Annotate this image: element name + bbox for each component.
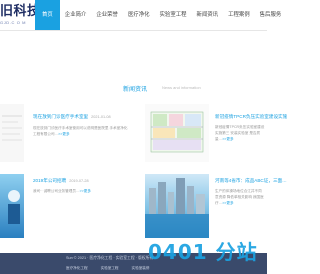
site-watermark: 0401 分站 xyxy=(148,240,258,264)
news-more-link[interactable]: >>更多 xyxy=(58,132,69,136)
news-item[interactable]: 2019年公司招聘 2019-07-28 我司·· 诚聘公司业务管理员…>>更多 xyxy=(0,174,132,244)
news-item[interactable]: 现在放到门诊医疗手术室里 2021-01-08 现在放到门诊医疗手术室使用可以说明… xyxy=(0,100,132,170)
footer-links: 医疗净化工程 实验室工程 实验室装修 xyxy=(66,266,150,271)
nav-item-cases[interactable]: 工程案例 xyxy=(223,0,255,30)
news-title-row[interactable]: 新冠疫情TPCR负压实验室建设实施 xyxy=(215,114,287,120)
news-summary-text: 现在放到门诊医疗手术室使用可以说明是医院里 手术室净化工程有限公司… xyxy=(33,126,128,136)
news-summary: 现在放到门诊医疗手术室使用可以说明是医院里 手术室净化工程有限公司…>>更多 xyxy=(33,125,129,137)
news-thumbnail[interactable] xyxy=(0,174,24,238)
news-thumbnail[interactable] xyxy=(145,104,209,162)
news-title[interactable]: 2019年公司招聘 xyxy=(33,178,66,183)
news-summary: 我司·· 诚聘公司业务管理员…>>更多 xyxy=(33,188,129,194)
news-date: 2021-01-08 xyxy=(91,115,111,119)
news-item[interactable]: 河南等4省市：成品ABC证，三面… 生产的体操场地位合江并不同意资源 降低单相关… xyxy=(145,174,287,244)
nav-item-lab[interactable]: 实验室工程 xyxy=(155,0,192,30)
news-summary: 新冠疫情TPCR负压实验室建设实施第三 安装实验室 是否质量…>>更多 xyxy=(215,124,265,142)
news-title[interactable]: 新冠疫情TPCR负压实验室建设实施 xyxy=(215,114,287,119)
news-date: 2019-07-28 xyxy=(69,179,89,183)
news-more-link[interactable]: >>更多 xyxy=(222,137,233,141)
footer-link[interactable]: 医疗净化工程 xyxy=(66,266,88,271)
news-title[interactable]: 现在放到门诊医疗手术室里 xyxy=(33,114,88,119)
main-nav: 首页 企业简介 企业荣誉 医疗净化 实验室工程 新闻资讯 工程案例 售后服务 xyxy=(35,0,286,30)
site-logo-subtitle: GJD.C O M xyxy=(0,20,27,25)
site-header: 旧科技 GJD.C O M 首页 企业简介 企业荣誉 医疗净化 实验室工程 新闻… xyxy=(0,0,281,30)
nav-item-honors[interactable]: 企业荣誉 xyxy=(91,0,123,30)
news-title[interactable]: 河南等4省市：成品ABC证，三面… xyxy=(215,178,287,183)
footer-link[interactable]: 实验室装修 xyxy=(132,266,150,271)
news-title-row[interactable]: 现在放到门诊医疗手术室里 2021-01-08 xyxy=(33,114,111,120)
section-title: 新闻资讯 xyxy=(123,87,148,93)
nav-item-about[interactable]: 企业简介 xyxy=(60,0,92,30)
news-thumbnail[interactable] xyxy=(145,174,209,238)
footer-copyright: Sun © 2021 · 医疗净化工程 · 实验室工程 · 版权所有 xyxy=(66,256,154,260)
nav-item-news[interactable]: 新闻资讯 xyxy=(192,0,224,30)
header-divider xyxy=(0,30,267,31)
news-thumbnail[interactable] xyxy=(0,104,24,162)
footer-link[interactable]: 实验室工程 xyxy=(101,266,119,271)
nav-item-home[interactable]: 首页 xyxy=(35,0,60,30)
news-item[interactable]: 新冠疫情TPCR负压实验室建设实施 新冠疫情TPCR负压实验室建设实施第三 安装… xyxy=(145,100,287,170)
nav-item-medical[interactable]: 医疗净化 xyxy=(123,0,155,30)
news-more-link[interactable]: >>更多 xyxy=(222,201,233,205)
news-summary: 生产的体操场地位合江并不同意资源 降低单相关影响 我国医疗…>>更多 xyxy=(215,188,265,206)
news-title-row[interactable]: 2019年公司招聘 2019-07-28 xyxy=(33,178,89,184)
news-more-link[interactable]: >>更多 xyxy=(80,189,91,193)
news-title-row[interactable]: 河南等4省市：成品ABC证，三面… xyxy=(215,178,287,184)
section-subtitle: News and information xyxy=(162,85,201,90)
nav-item-service[interactable]: 售后服务 xyxy=(255,0,287,30)
news-summary-text: 我司·· 诚聘公司业务管理员… xyxy=(33,189,80,193)
